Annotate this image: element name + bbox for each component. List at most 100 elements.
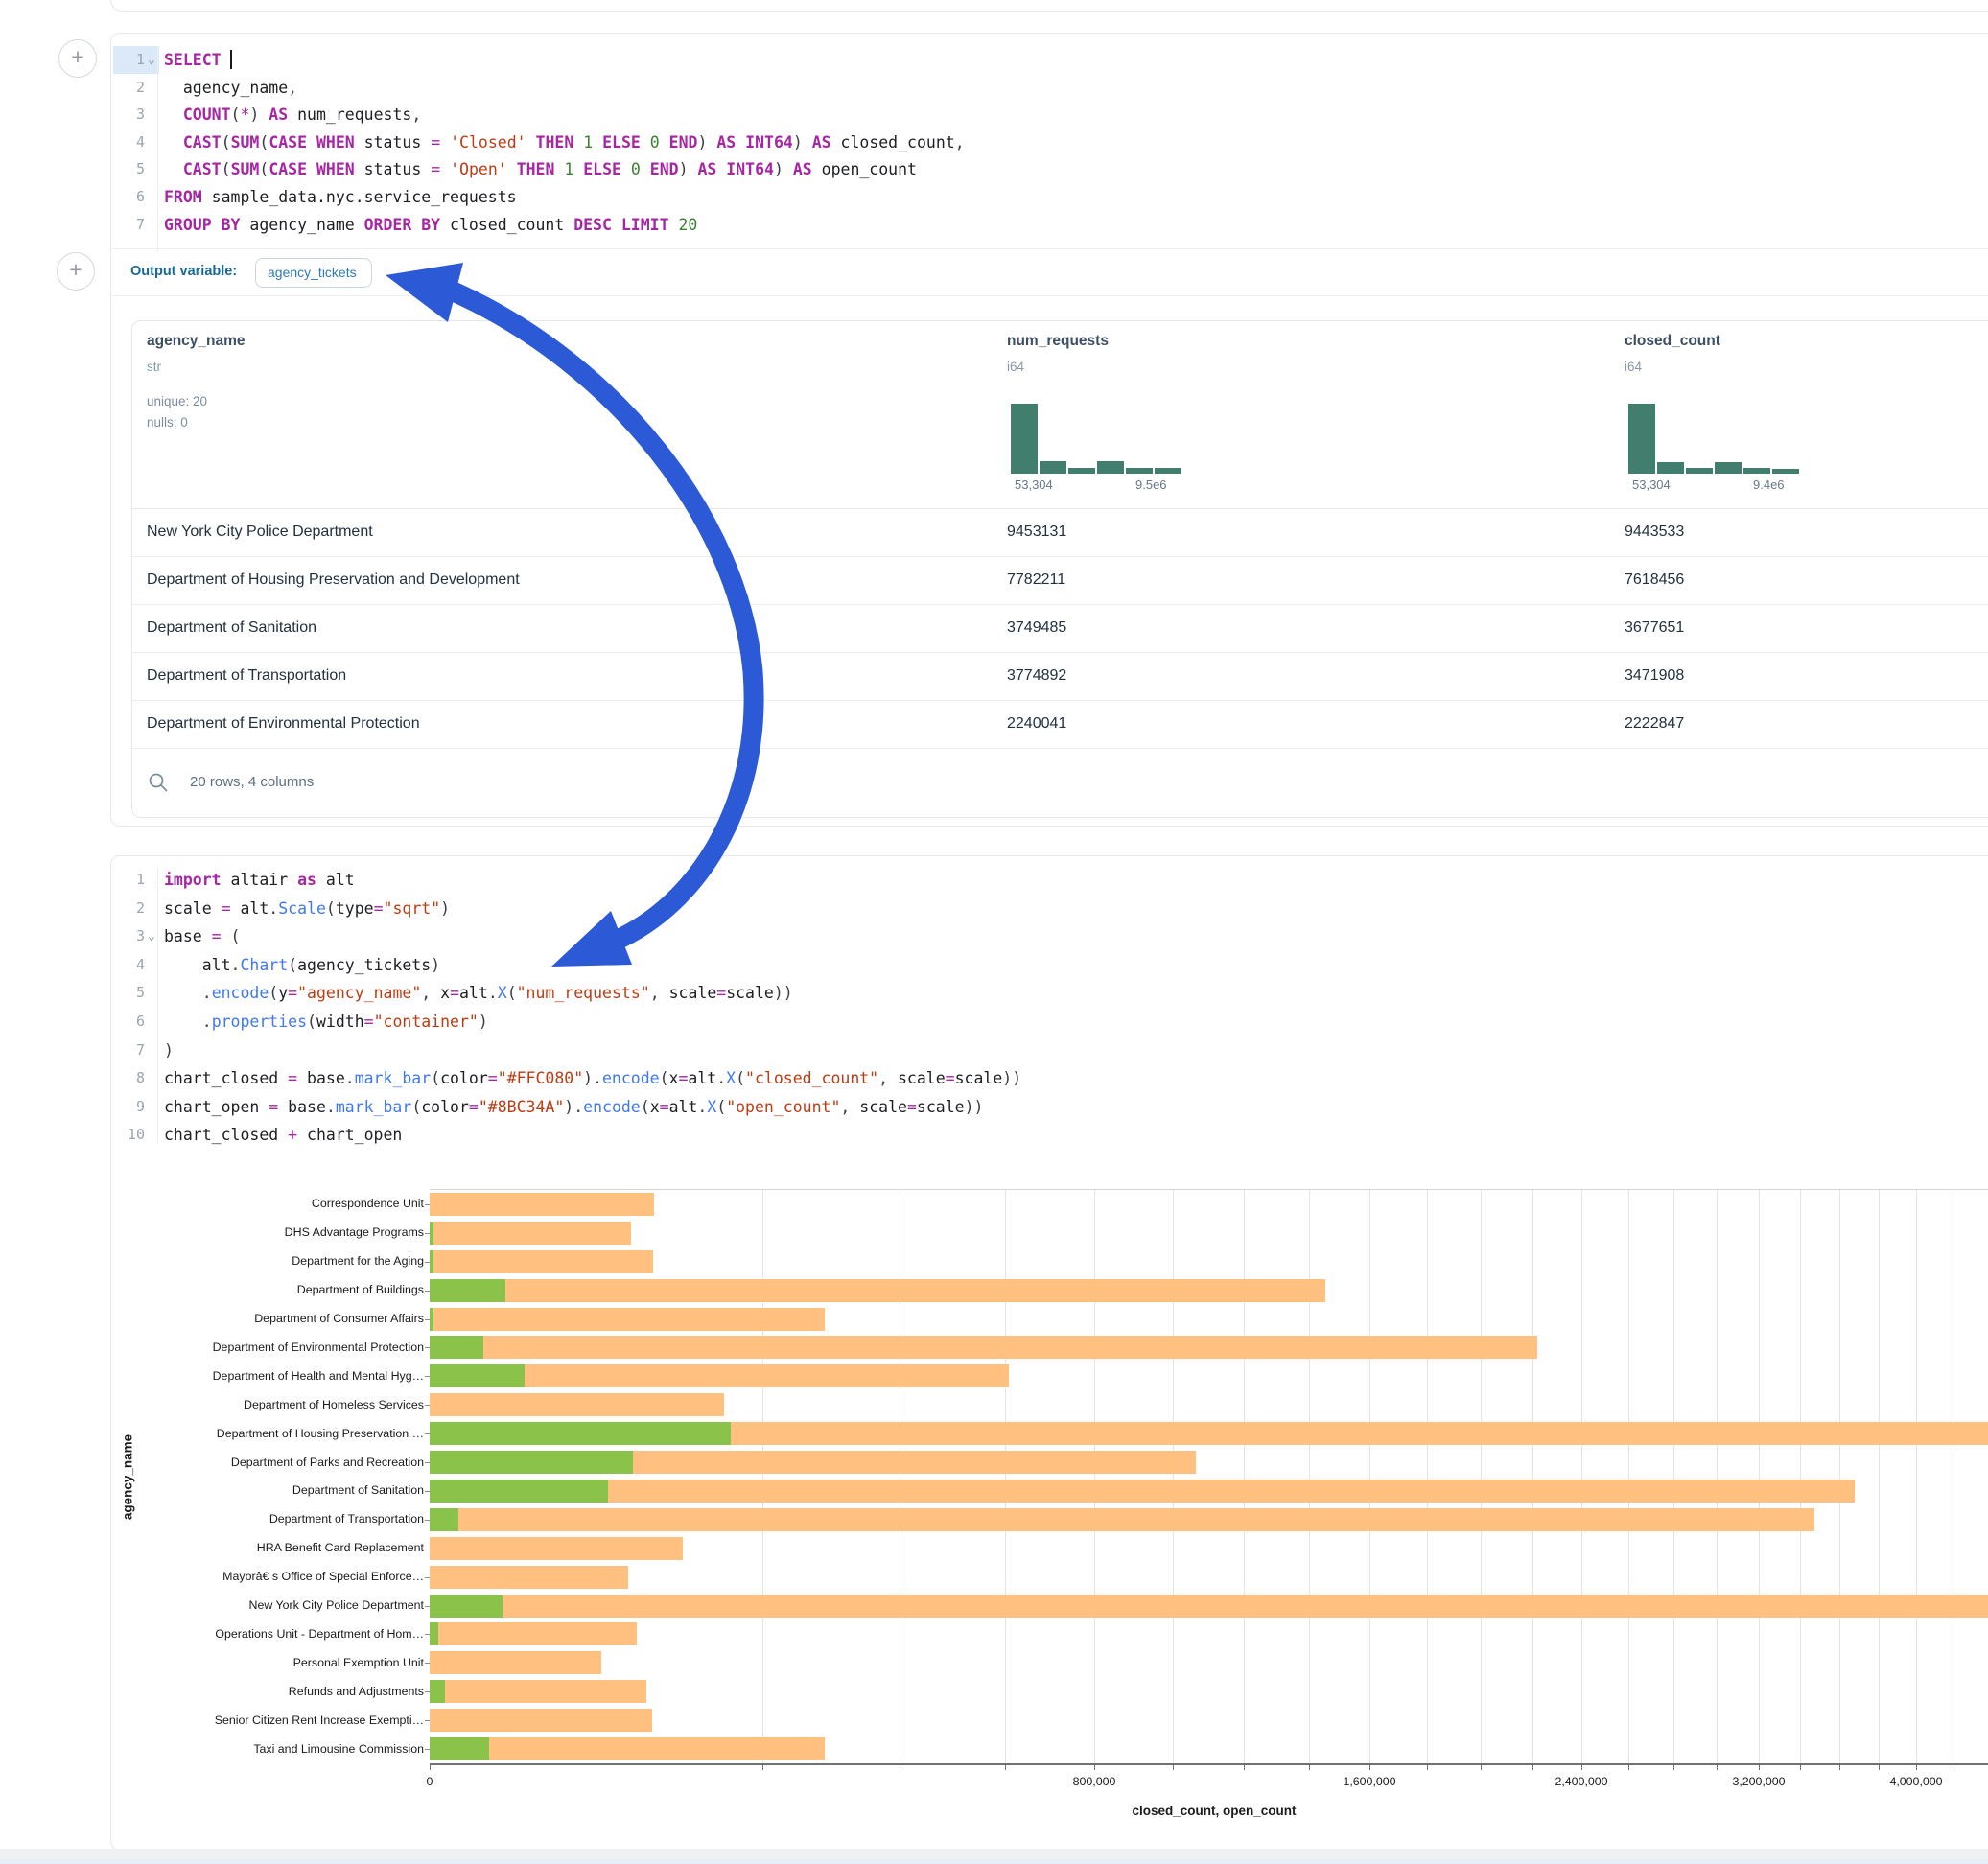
line-number: 2 bbox=[111, 895, 145, 922]
bar-open-count[interactable] bbox=[430, 1680, 445, 1703]
code-line[interactable]: 4 CAST(SUM(CASE WHEN status = 'Closed' T… bbox=[111, 128, 1988, 156]
line-number: 8 bbox=[111, 1064, 145, 1092]
y-axis-label: New York City Police Department bbox=[136, 1598, 424, 1612]
code-line[interactable]: 3 COUNT(*) AS num_requests, bbox=[111, 101, 1988, 128]
x-tick bbox=[1879, 1765, 1880, 1770]
table-row[interactable]: Department of Sanitation37494853677651 bbox=[132, 604, 1988, 653]
table-row[interactable]: Department of Environmental Protection22… bbox=[132, 700, 1988, 749]
bar-open-count[interactable] bbox=[430, 1622, 438, 1645]
code-line[interactable]: 6 .properties(width="container") bbox=[111, 1008, 1988, 1036]
code-line[interactable]: 5 CAST(SUM(CASE WHEN status = 'Open' THE… bbox=[111, 155, 1988, 183]
page-band bbox=[0, 1849, 1988, 1859]
x-tick bbox=[1673, 1765, 1674, 1770]
code-fold-chevron-icon[interactable]: ⌄ bbox=[148, 922, 163, 950]
bar-open-count[interactable] bbox=[430, 1595, 503, 1618]
bar-closed-count[interactable] bbox=[430, 1222, 631, 1245]
output-variable-pill[interactable]: agency_tickets bbox=[255, 258, 372, 288]
y-tick bbox=[425, 1347, 430, 1348]
bar-open-count[interactable] bbox=[430, 1222, 433, 1245]
bar-closed-count[interactable] bbox=[430, 1651, 601, 1674]
code-fold-chevron-icon[interactable]: ⌄ bbox=[148, 46, 163, 74]
bar-closed-count[interactable] bbox=[430, 1622, 637, 1645]
y-tick bbox=[425, 1433, 430, 1434]
bar-open-count[interactable] bbox=[430, 1508, 458, 1531]
bar-open-count[interactable] bbox=[430, 1308, 433, 1331]
y-tick bbox=[425, 1319, 430, 1320]
x-axis-title: closed_count, open_count bbox=[1109, 1804, 1320, 1818]
search-icon[interactable] bbox=[148, 772, 169, 793]
bar-closed-count[interactable] bbox=[430, 1279, 1325, 1302]
histogram-bar bbox=[1686, 468, 1713, 474]
table-row[interactable]: Department of Transportation377489234719… bbox=[132, 652, 1988, 701]
table-header: agency_namestrunique: 20nulls: 0num_requ… bbox=[132, 321, 1988, 509]
code-line[interactable]: 6FROM sample_data.nyc.service_requests bbox=[111, 183, 1988, 211]
bar-closed-count[interactable] bbox=[430, 1308, 825, 1331]
bar-open-count[interactable] bbox=[430, 1451, 633, 1474]
bar-closed-count[interactable] bbox=[430, 1193, 654, 1216]
y-tick bbox=[425, 1462, 430, 1463]
x-tick bbox=[1759, 1765, 1760, 1770]
code-line[interactable]: 7GROUP BY agency_name ORDER BY closed_co… bbox=[111, 211, 1988, 239]
add-cell-button-top[interactable]: + bbox=[58, 39, 97, 78]
histogram-bar bbox=[1068, 468, 1095, 474]
sql-cell: 1⌄SELECT2 agency_name,3 COUNT(*) AS num_… bbox=[110, 33, 1988, 827]
bar-closed-count[interactable] bbox=[430, 1595, 1988, 1618]
x-tick bbox=[1309, 1765, 1310, 1770]
bar-closed-count[interactable] bbox=[430, 1680, 646, 1703]
bar-closed-count[interactable] bbox=[430, 1250, 653, 1273]
y-axis-label: Department of Housing Preservation … bbox=[136, 1427, 424, 1440]
code-line[interactable]: 2 agency_name, bbox=[111, 74, 1988, 102]
bar-open-count[interactable] bbox=[430, 1279, 505, 1302]
code-line[interactable]: 5 .encode(y="agency_name", x=alt.X("num_… bbox=[111, 979, 1988, 1007]
divider bbox=[111, 248, 1988, 249]
column-header[interactable]: agency_name bbox=[147, 333, 246, 350]
y-axis-label: Department for the Aging bbox=[136, 1254, 424, 1268]
gridline bbox=[1094, 1190, 1095, 1763]
code-line[interactable]: 3⌄base = ( bbox=[111, 922, 1988, 950]
code-line[interactable]: 2scale = alt.Scale(type="sqrt") bbox=[111, 895, 1988, 922]
bar-open-count[interactable] bbox=[430, 1737, 489, 1760]
y-tick bbox=[425, 1405, 430, 1406]
y-tick bbox=[425, 1720, 430, 1721]
bar-closed-count[interactable] bbox=[430, 1709, 652, 1732]
bar-open-count[interactable] bbox=[430, 1250, 433, 1273]
x-tick-label: 0 bbox=[377, 1775, 482, 1788]
table-row[interactable]: New York City Police Department945313194… bbox=[132, 508, 1988, 557]
add-cell-button-middle[interactable]: + bbox=[57, 252, 95, 291]
column-header[interactable]: closed_count bbox=[1625, 333, 1720, 350]
table-row[interactable]: Department of Housing Preservation and D… bbox=[132, 556, 1988, 605]
bar-open-count[interactable] bbox=[430, 1422, 731, 1445]
line-number: 5 bbox=[111, 979, 145, 1007]
x-tick-label: 2,400,000 bbox=[1529, 1775, 1634, 1788]
bar-closed-count[interactable] bbox=[430, 1480, 1855, 1503]
bar-closed-count[interactable] bbox=[430, 1566, 628, 1589]
line-number: 6 bbox=[111, 183, 145, 211]
gridline bbox=[762, 1190, 763, 1763]
bar-open-count[interactable] bbox=[430, 1480, 608, 1503]
table-cell: Department of Environmental Protection bbox=[147, 700, 420, 748]
bar-closed-count[interactable] bbox=[430, 1393, 724, 1416]
code-line[interactable]: 1⌄SELECT bbox=[111, 46, 1988, 74]
code-line[interactable]: 8chart_closed = base.mark_bar(color="#FF… bbox=[111, 1064, 1988, 1092]
code-line[interactable]: 4 alt.Chart(agency_tickets) bbox=[111, 951, 1988, 979]
bar-closed-count[interactable] bbox=[430, 1508, 1814, 1531]
code-line[interactable]: 1import altair as alt bbox=[111, 866, 1988, 894]
x-tick bbox=[1717, 1765, 1718, 1770]
histogram-bar bbox=[1628, 404, 1655, 474]
bar-closed-count[interactable] bbox=[430, 1537, 683, 1560]
x-tick bbox=[1800, 1765, 1801, 1770]
bar-open-count[interactable] bbox=[430, 1364, 525, 1387]
gridline bbox=[1173, 1190, 1174, 1763]
code-line[interactable]: 7) bbox=[111, 1037, 1988, 1064]
code-line[interactable]: 10chart_closed + chart_open bbox=[111, 1121, 1988, 1149]
bar-closed-count[interactable] bbox=[430, 1336, 1537, 1359]
bar-open-count[interactable] bbox=[430, 1336, 483, 1359]
code-line[interactable]: 9chart_open = base.mark_bar(color="#8BC3… bbox=[111, 1093, 1988, 1121]
column-header[interactable]: num_requests bbox=[1007, 333, 1109, 350]
histogram-max-label: 9.4e6 bbox=[1753, 478, 1859, 492]
histogram-bar bbox=[1011, 404, 1038, 474]
y-tick bbox=[425, 1577, 430, 1578]
line-number: 7 bbox=[111, 211, 145, 239]
notebook-canvas: + + 1⌄SELECT2 agency_name,3 COUNT(*) AS … bbox=[0, 0, 1988, 1864]
y-axis-label: Refunds and Adjustments bbox=[136, 1685, 424, 1698]
